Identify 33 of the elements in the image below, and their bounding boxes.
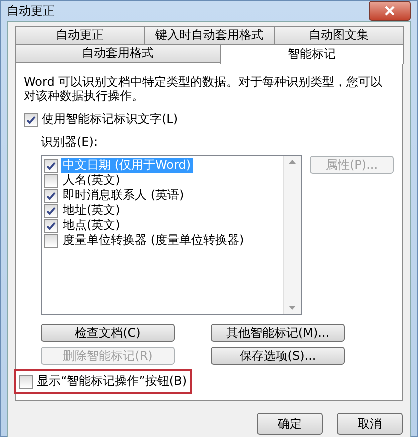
checkbox[interactable]: [19, 374, 33, 388]
list-item[interactable]: 地址(英文): [61, 203, 122, 218]
recognizers-label: 识别器(E):: [41, 134, 99, 151]
close-icon[interactable]: [369, 1, 411, 21]
action-button[interactable]: 保存选项(S)...: [211, 347, 345, 365]
checkbox-label[interactable]: 显示“智能标记操作”按钮(B): [37, 373, 188, 390]
tab[interactable]: 自动图文集: [274, 26, 404, 44]
window-title: 自动更正: [7, 2, 55, 20]
checkbox[interactable]: [44, 218, 58, 232]
checkbox[interactable]: [44, 204, 58, 218]
checkbox[interactable]: [44, 158, 58, 172]
list-item[interactable]: 地点(英文): [61, 218, 122, 233]
tab[interactable]: 自动更正: [15, 26, 146, 44]
checkbox[interactable]: [44, 234, 58, 248]
checkbox[interactable]: [44, 174, 58, 188]
tab[interactable]: 键入时自动套用格式: [144, 26, 275, 44]
tab[interactable]: 智能标记: [220, 44, 404, 64]
action-button[interactable]: 其他智能标记(M)...: [211, 324, 345, 342]
scrollbar[interactable]: [282, 156, 301, 314]
recognizer-list[interactable]: 中文日期 (仅用于Word) 人名(英文) 即时消息联系人 (英语) 地址(英文) 地点(英文) 度量单位转换器 (度量单位转换器): [41, 155, 302, 315]
scroll-up-icon[interactable]: [288, 160, 296, 164]
list-item[interactable]: 度量单位转换器 (度量单位转换器): [61, 233, 246, 248]
checkbox[interactable]: [24, 112, 38, 126]
scroll-down-icon[interactable]: [288, 306, 296, 310]
tab[interactable]: 自动套用格式: [15, 44, 221, 62]
list-item[interactable]: 人名(英文): [61, 173, 122, 188]
checkbox-label[interactable]: 使用智能标记标识文字(L): [42, 111, 178, 128]
dialog-button[interactable]: 取消: [337, 413, 403, 435]
dialog-button[interactable]: 确定: [257, 413, 323, 435]
action-button[interactable]: 检查文档(C): [41, 324, 175, 342]
description-text: Word 可以识别文档中特定类型的数据。对于每种识别类型，您可以对该种数据执行操作。: [24, 75, 384, 103]
list-item[interactable]: 即时消息联系人 (英语): [61, 188, 186, 203]
checkbox[interactable]: [44, 188, 58, 202]
